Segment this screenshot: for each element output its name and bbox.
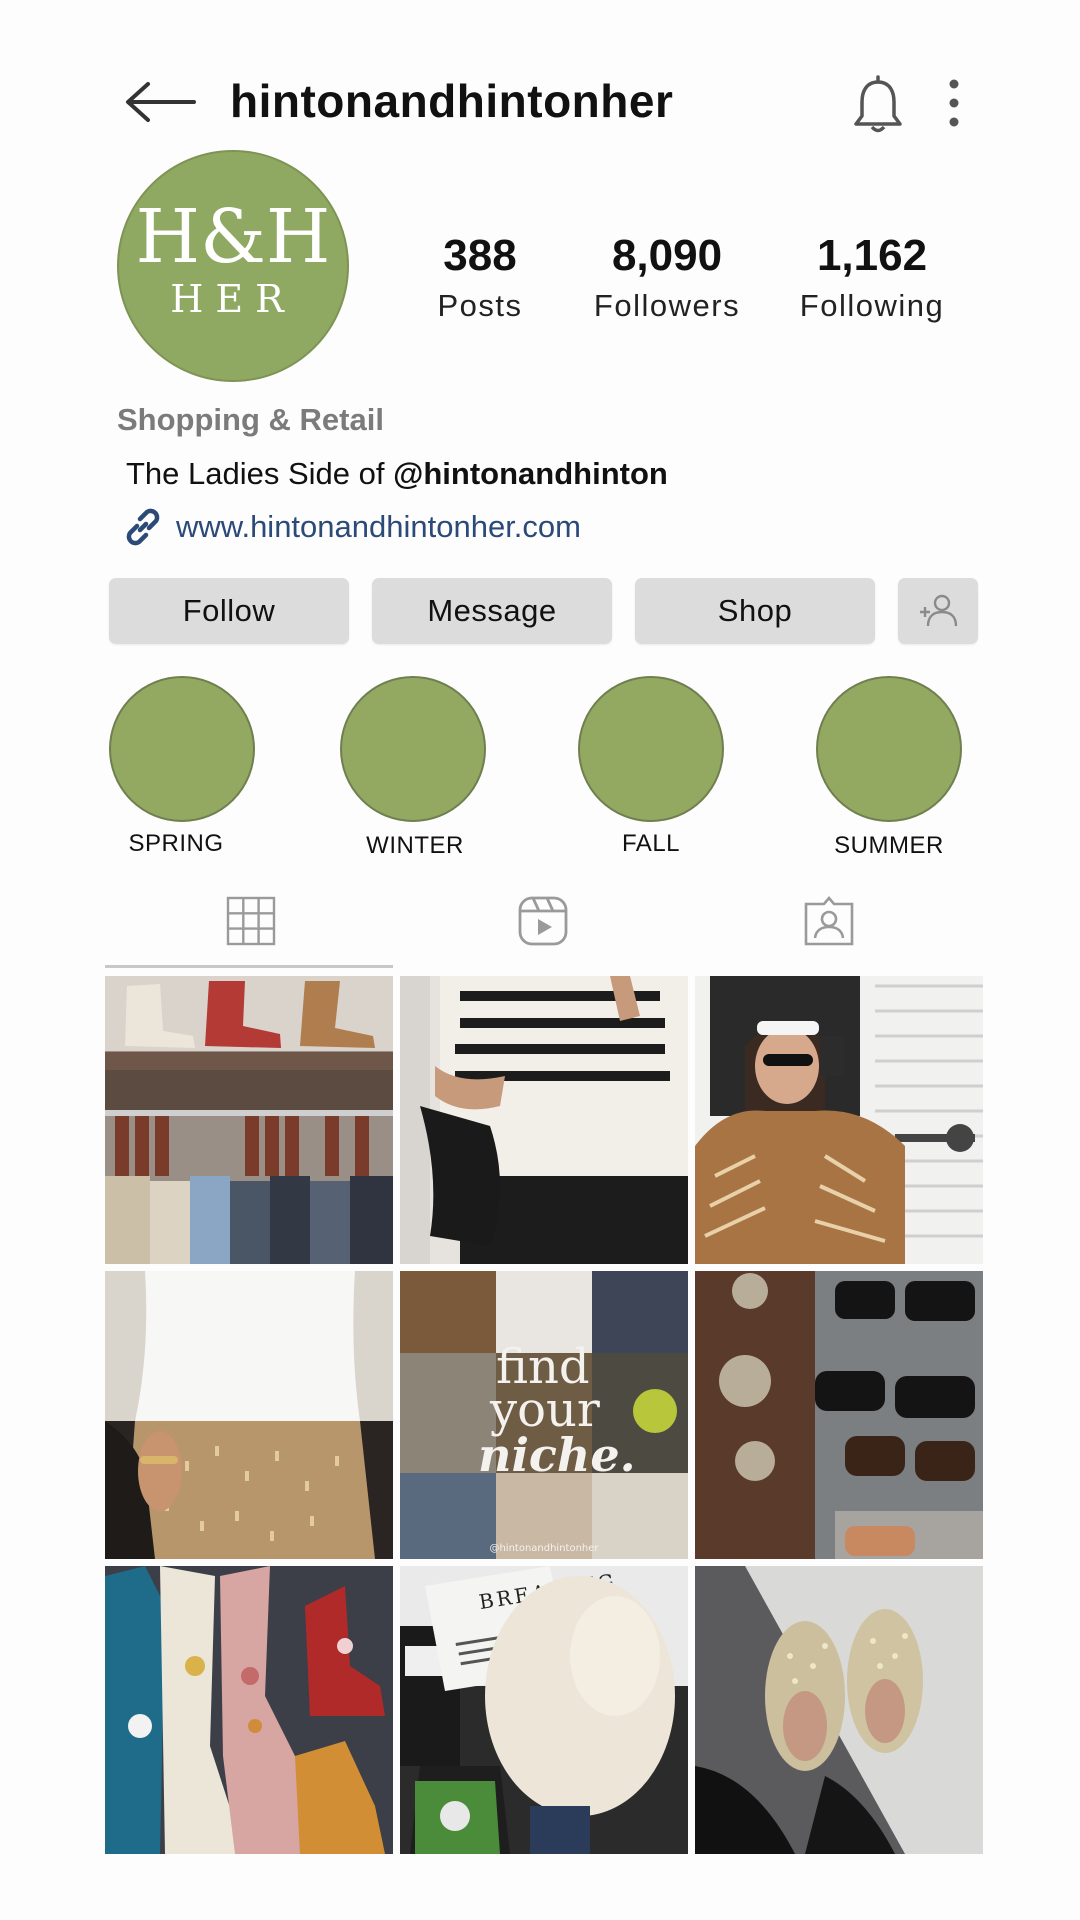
highlight-fall-label: FALL [621, 830, 681, 857]
stat-posts-value: 388 [443, 231, 517, 280]
stat-posts-label: Posts [437, 288, 523, 323]
highlight-summer[interactable] [816, 676, 962, 822]
profile-category: Shopping & Retail [117, 402, 384, 437]
website-link[interactable]: www.hintonandhintonher.com [176, 509, 581, 545]
sequin-flats-photo [695, 1566, 983, 1854]
highlight-winter[interactable] [340, 676, 486, 822]
embroidered-boots-photo [105, 1566, 393, 1854]
profile-username: hintonandhintonher [230, 75, 674, 127]
collage-overlay-text-3: niche. [478, 1428, 636, 1482]
bell-icon[interactable] [850, 74, 906, 136]
post-thumbnail[interactable] [105, 1566, 393, 1854]
stat-posts[interactable]: 388 Posts [380, 228, 580, 326]
stat-followers[interactable]: 8,090 Followers [567, 228, 767, 326]
brand-logo: H&H HER [136, 194, 331, 321]
add-user-icon [920, 594, 958, 627]
highlight-spring[interactable] [109, 676, 255, 822]
fur-coat-selfie-photo [695, 976, 983, 1264]
post-thumbnail[interactable]: find your niche. @hintonandhintonher [400, 1271, 688, 1559]
collage-handle: @hintonandhintonher [489, 1543, 599, 1554]
post-thumbnail[interactable] [695, 976, 983, 1264]
highlight-summer-label: SUMMER [834, 832, 944, 859]
follow-button[interactable]: Follow [109, 578, 349, 644]
sequin-skirt-photo [105, 1271, 393, 1559]
striped-sweater-photo [400, 976, 688, 1264]
grid-icon[interactable] [224, 894, 278, 948]
logo-subtext: HER [170, 277, 296, 321]
bio-mention-link[interactable]: @hintonandhinton [393, 456, 668, 491]
post-thumbnail[interactable] [105, 976, 393, 1264]
message-button[interactable]: Message [372, 578, 612, 644]
post-thumbnail[interactable]: BREAKING [400, 1566, 688, 1854]
profile-bio: The Ladies Side of @hintonandhinton [126, 456, 668, 492]
more-vertical-icon[interactable] [944, 78, 964, 128]
find-your-niche-collage: find your niche. @hintonandhintonher [400, 1271, 688, 1559]
add-user-button[interactable] [898, 578, 978, 644]
active-tab-indicator [105, 965, 393, 968]
profile-avatar[interactable]: H&H HER [117, 150, 349, 382]
tagged-icon[interactable] [802, 894, 856, 948]
stat-followers-label: Followers [593, 288, 741, 323]
back-arrow-icon[interactable] [120, 78, 200, 126]
post-thumbnail[interactable] [695, 1566, 983, 1854]
highlight-spring-label: SPRING [128, 830, 224, 857]
logo-monogram: H&H [136, 194, 331, 280]
shop-button[interactable]: Shop [635, 578, 875, 644]
highlight-winter-label: WINTER [366, 832, 464, 859]
post-thumbnail[interactable] [105, 1271, 393, 1559]
sunglasses-display-photo [695, 1271, 983, 1559]
stat-following-label: Following [799, 288, 945, 323]
highlight-fall[interactable] [578, 676, 724, 822]
reels-icon[interactable] [516, 894, 570, 948]
stat-followers-value: 8,090 [611, 231, 723, 280]
boots-and-denim-photo [105, 976, 393, 1264]
post-thumbnail[interactable] [695, 1271, 983, 1559]
post-thumbnail[interactable] [400, 976, 688, 1264]
link-icon [126, 508, 160, 546]
bio-text: The Ladies Side of [126, 456, 394, 491]
stat-following-value: 1,162 [816, 231, 928, 280]
breaking-news-fur-bag-photo: BREAKING [400, 1566, 688, 1854]
stat-following[interactable]: 1,162 Following [772, 228, 972, 326]
